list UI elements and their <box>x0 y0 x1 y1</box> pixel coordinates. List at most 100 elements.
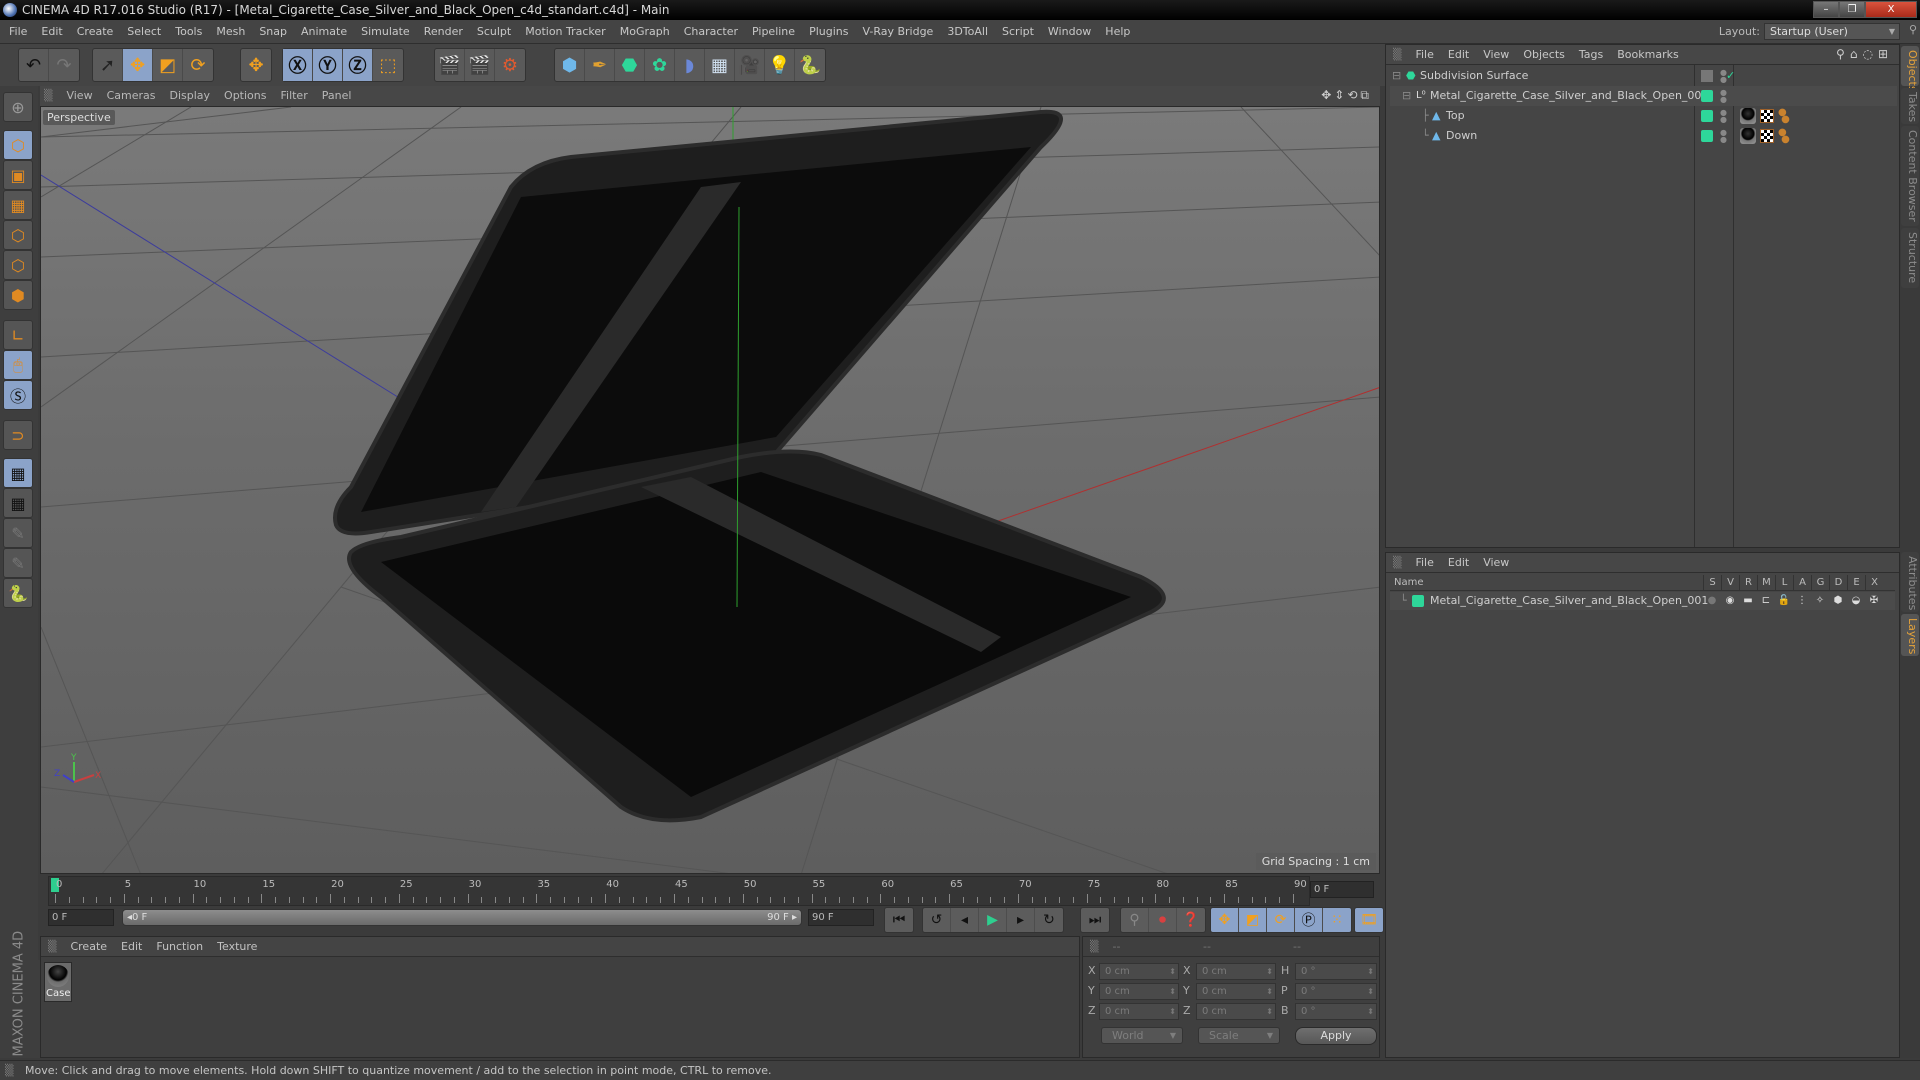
menu-script[interactable]: Script <box>995 20 1041 44</box>
column-s[interactable]: S <box>1703 575 1721 591</box>
column-v[interactable]: V <box>1721 575 1739 591</box>
viewport-menu-cameras[interactable]: Cameras <box>100 86 163 106</box>
layer-color-icon[interactable] <box>1701 90 1713 102</box>
minimize-button[interactable]: – <box>1813 1 1839 18</box>
size-x-field[interactable]: 0 cm <box>1196 963 1276 980</box>
python-script-icon[interactable]: 🐍 <box>3 578 33 608</box>
material-menu-create[interactable]: Create <box>63 937 114 957</box>
menu-pipeline[interactable]: Pipeline <box>745 20 802 44</box>
material-menu-texture[interactable]: Texture <box>210 937 264 957</box>
y-axis-lock-icon[interactable]: Ⓨ <box>313 49 343 81</box>
workplane-rotate-icon[interactable]: ▦ <box>3 488 33 518</box>
menu-motion-tracker[interactable]: Motion Tracker <box>518 20 612 44</box>
move-tool-icon[interactable]: ✥ <box>123 49 153 81</box>
goto-next-key-icon[interactable]: ↻ <box>1035 908 1063 932</box>
rot-b-field[interactable]: 0 ° <box>1295 1003 1377 1020</box>
layers-menu-view[interactable]: View <box>1476 553 1516 573</box>
keyframe-selection-icon[interactable]: ❓ <box>1177 908 1205 932</box>
camera-icon[interactable]: 🎥 <box>735 49 765 81</box>
layers-menu-file[interactable]: File <box>1408 553 1440 573</box>
column-e[interactable]: E <box>1847 575 1865 591</box>
enabled-check-icon[interactable]: ✓ <box>1726 66 1735 86</box>
viewport-menu-panel[interactable]: Panel <box>315 86 359 106</box>
menu-mesh[interactable]: Mesh <box>209 20 252 44</box>
size-z-field[interactable]: 0 cm <box>1196 1003 1276 1020</box>
tree-item-metal-cigarette-case[interactable]: ⊟ L⁰ Metal_Cigarette_Case_Silver_and_Bla… <box>1390 86 1897 106</box>
uvw-tag-icon[interactable] <box>1760 109 1774 123</box>
layer-row[interactable]: └ Metal_Cigarette_Case_Silver_and_Black_… <box>1390 592 1895 610</box>
tab-content-browser[interactable]: Content Browser <box>1901 126 1919 226</box>
layer-color-icon[interactable] <box>1701 110 1713 122</box>
texture-mode-icon[interactable]: ▣ <box>3 160 33 190</box>
menu-window[interactable]: Window <box>1041 20 1098 44</box>
key-pla-icon[interactable]: ⁙ <box>1323 908 1351 932</box>
menu-edit[interactable]: Edit <box>34 20 69 44</box>
tab-structure[interactable]: Structure <box>1901 228 1919 288</box>
column-g[interactable]: G <box>1811 575 1829 591</box>
drag-handle-icon[interactable]: ▒ <box>1386 45 1408 65</box>
autokey-icon[interactable]: ⏺ <box>1149 908 1177 932</box>
tweak-mode-icon[interactable]: 🖱 <box>3 350 33 380</box>
drag-handle-icon[interactable]: ▒ <box>1386 553 1408 573</box>
tree-item-top[interactable]: ├ ▲ Top ● ● ● ● <box>1390 106 1897 126</box>
search-icon[interactable]: ⚲ <box>1909 23 1917 36</box>
goto-start-icon[interactable]: ⏮ <box>885 908 913 932</box>
column-a[interactable]: A <box>1793 575 1811 591</box>
home-icon[interactable]: ⌂ <box>1850 47 1863 61</box>
visibility-dots-icon[interactable]: ● ● <box>1720 109 1727 124</box>
floor-icon[interactable]: ▦ <box>705 49 735 81</box>
objects-menu-file[interactable]: File <box>1408 45 1440 65</box>
column-m[interactable]: M <box>1757 575 1775 591</box>
selection-tag-icon[interactable]: ● ● <box>1778 108 1792 125</box>
solo-icon[interactable]: ● <box>1705 594 1719 608</box>
workplane-mode-icon[interactable]: ▦ <box>3 190 33 220</box>
objects-menu-tags[interactable]: Tags <box>1572 45 1610 65</box>
material-swatch[interactable]: Case <box>44 962 72 1002</box>
xref-icon[interactable]: ✠ <box>1867 594 1881 608</box>
editor-visibility-icon[interactable] <box>1701 70 1713 82</box>
maximize-button[interactable]: ❐ <box>1839 1 1865 18</box>
light-icon[interactable]: 💡 <box>765 49 795 81</box>
menu-animate[interactable]: Animate <box>294 20 354 44</box>
visibility-dots-icon[interactable]: ● ● <box>1720 89 1727 104</box>
size-mode-dropdown[interactable]: Scale ▼ <box>1198 1027 1280 1044</box>
pen-spline-icon[interactable]: ✒ <box>585 49 615 81</box>
objects-menu-view[interactable]: View <box>1476 45 1516 65</box>
objects-menu-objects[interactable]: Objects <box>1516 45 1572 65</box>
sculpt-pin-icon[interactable]: ✎ <box>3 518 33 548</box>
step-forward-icon[interactable]: ▸ <box>1007 908 1035 932</box>
sculpt-globe-icon[interactable]: ✎ <box>3 548 33 578</box>
pos-y-field[interactable]: 0 cm <box>1099 983 1179 1000</box>
zoom-icon[interactable]: ⇕ <box>1334 88 1347 102</box>
polygons-mode-icon[interactable]: ⬢ <box>3 280 33 310</box>
tab-layers[interactable]: Layers <box>1901 614 1919 656</box>
animation-icon[interactable]: ⋮ <box>1795 594 1809 608</box>
layer-color-icon[interactable] <box>1412 595 1424 607</box>
render-settings-icon[interactable]: ⚙ <box>495 49 525 81</box>
pos-x-field[interactable]: 0 cm <box>1099 963 1179 980</box>
model-mode-icon[interactable]: ⬡ <box>3 130 33 160</box>
coordinate-system-icon[interactable]: ⬚ <box>373 49 403 81</box>
x-axis-lock-icon[interactable]: Ⓧ <box>283 49 313 81</box>
record-key-icon[interactable]: ⚲ <box>1121 908 1149 932</box>
tab-attributes[interactable]: Attributes <box>1901 552 1919 612</box>
material-menu-edit[interactable]: Edit <box>114 937 149 957</box>
manager-icon[interactable]: ⊏ <box>1759 594 1773 608</box>
collapse-icon[interactable]: ⊟ <box>1392 66 1401 86</box>
material-menu-function[interactable]: Function <box>149 937 210 957</box>
generators-icon[interactable]: ✧ <box>1813 594 1827 608</box>
menu-help[interactable]: Help <box>1098 20 1137 44</box>
edges-mode-icon[interactable]: ⬡ <box>3 250 33 280</box>
play-icon[interactable]: ▶ <box>979 908 1007 932</box>
viewport-menu-display[interactable]: Display <box>162 86 217 106</box>
new-window-icon[interactable]: ⊞ <box>1878 47 1893 61</box>
cube-icon[interactable]: ⬢ <box>555 49 585 81</box>
eye-icon[interactable]: ◌ <box>1862 47 1877 61</box>
scale-tool-icon[interactable]: ◩ <box>153 49 183 81</box>
axis-mode-icon[interactable]: ∟ <box>3 320 33 350</box>
tree-item-subdivision-surface[interactable]: ⊟ ⬣ Subdivision Surface ● ● ✓ <box>1390 66 1897 86</box>
3d-viewport[interactable]: Y X Z Perspective Grid Spacing : 1 cm <box>40 106 1380 874</box>
menu-tools[interactable]: Tools <box>168 20 209 44</box>
menu-create[interactable]: Create <box>70 20 121 44</box>
live-selection-icon[interactable]: ➚ <box>93 49 123 81</box>
